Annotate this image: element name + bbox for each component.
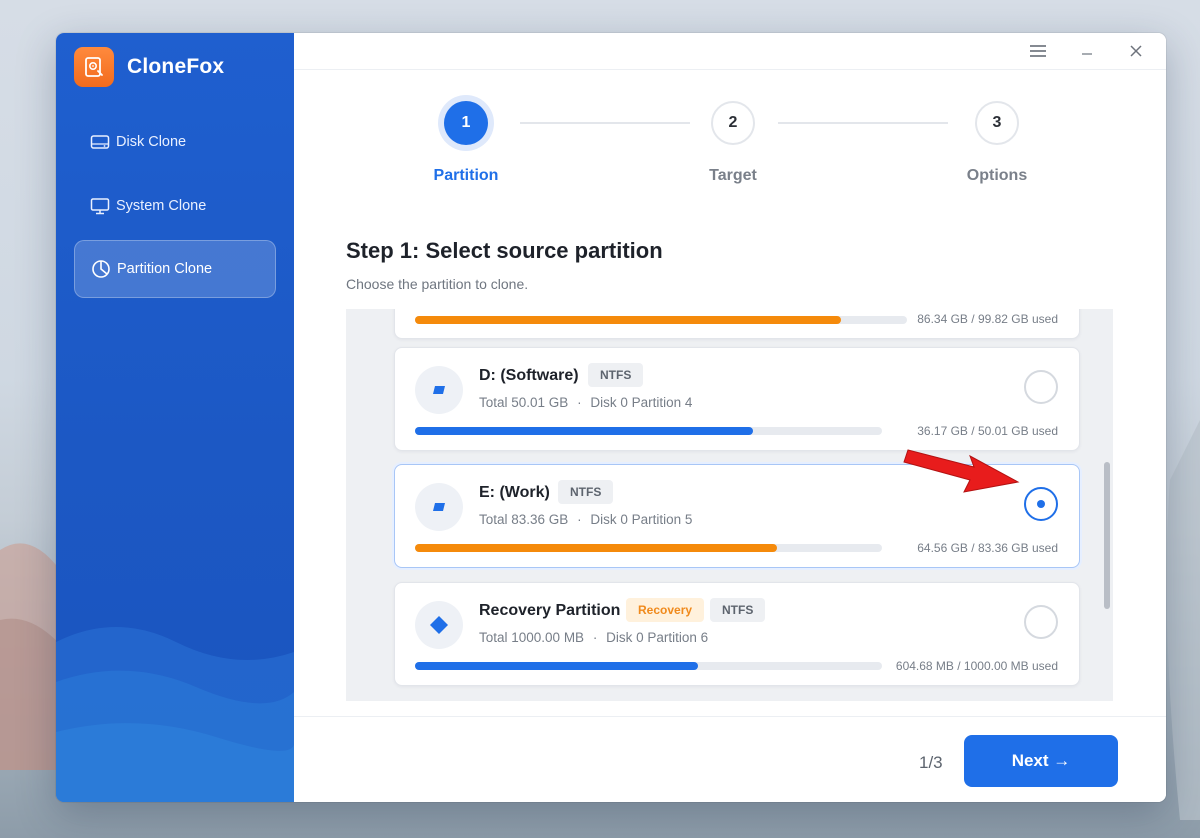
- app-window: CloneFox Disk Clone System Clone Partiti…: [56, 33, 1166, 802]
- partition-list[interactable]: 86.34 GB / 99.82 GB used D: (Software) N…: [346, 309, 1113, 701]
- main-panel: 1 2 3 Partition Target Options Step 1: S…: [294, 33, 1166, 802]
- brand: CloneFox: [74, 47, 224, 87]
- monitor-icon: [90, 196, 110, 216]
- partition-meta: Total 50.01 GB · Disk 0 Partition 4: [479, 395, 692, 410]
- partition-location: Disk 0 Partition 4: [590, 395, 693, 410]
- usage-text: 86.34 GB / 99.82 GB used: [917, 312, 1058, 326]
- usage-bar-fill: [415, 544, 777, 552]
- next-button[interactable]: Next →: [964, 735, 1118, 787]
- page-title: Step 1: Select source partition: [346, 238, 663, 263]
- partition-name: E: (Work): [479, 484, 550, 501]
- sidebar-item-label: Partition Clone: [117, 261, 213, 277]
- recovery-badge: Recovery: [626, 598, 705, 622]
- desktop-edge-shape: [1166, 420, 1200, 820]
- filesystem-badge: NTFS: [710, 598, 766, 622]
- footer-bar: 1/3 Next →: [294, 716, 1166, 802]
- select-radio[interactable]: [1024, 370, 1058, 404]
- step-connector: [520, 122, 690, 124]
- partition-location: Disk 0 Partition 5: [590, 512, 693, 527]
- filesystem-badge: NTFS: [588, 363, 644, 387]
- usage-bar: [415, 544, 882, 552]
- sidebar: CloneFox Disk Clone System Clone Partiti…: [56, 33, 294, 802]
- partition-name: Recovery Partition: [479, 602, 621, 619]
- usage-bar: [415, 316, 907, 324]
- list-scrollbar-thumb[interactable]: [1104, 462, 1110, 609]
- sidebar-wave-decoration: [56, 627, 294, 802]
- partition-meta: Total 83.36 GB · Disk 0 Partition 5: [479, 512, 692, 527]
- step-3-label: Options: [966, 167, 1028, 184]
- usage-bar: [415, 662, 882, 670]
- partition-total: Total 1000.00 MB: [479, 630, 585, 645]
- wizard-stepper: 1 2 3 Partition Target Options: [294, 33, 1166, 203]
- step-connector: [778, 122, 948, 124]
- partition-card-d-software[interactable]: D: (Software) NTFS Total 50.01 GB · Disk…: [394, 347, 1080, 451]
- select-radio-checked[interactable]: [1024, 487, 1058, 521]
- step-2-circle: 2: [711, 101, 755, 145]
- meta-separator: ·: [592, 630, 598, 645]
- clonefox-logo-icon: [74, 47, 114, 87]
- meta-separator: ·: [577, 512, 582, 527]
- partition-total: Total 83.36 GB: [479, 512, 569, 527]
- sidebar-item-label: System Clone: [116, 198, 207, 214]
- partition-total: Total 50.01 GB: [479, 395, 569, 410]
- partition-card-e-work[interactable]: E: (Work) NTFS Total 83.36 GB · Disk 0 P…: [394, 464, 1080, 568]
- usage-text: 604.68 MB / 1000.00 MB used: [895, 659, 1058, 673]
- usage-text: 36.17 GB / 50.01 GB used: [917, 424, 1058, 438]
- page-indicator: 1/3: [919, 753, 943, 772]
- partition-meta: Total 1000.00 MB · Disk 0 Partition 6: [479, 630, 708, 645]
- step-1-label: Partition: [433, 167, 499, 184]
- page-subtitle: Choose the partition to clone.: [346, 276, 529, 292]
- drive-icon: [415, 366, 463, 414]
- sidebar-item-partition-clone[interactable]: Partition Clone: [74, 240, 276, 298]
- pie-chart-icon: [91, 259, 111, 279]
- partition-card-partial[interactable]: 86.34 GB / 99.82 GB used: [394, 309, 1080, 339]
- drive-icon: [415, 483, 463, 531]
- partition-name: D: (Software): [479, 367, 579, 384]
- step-3-circle: 3: [975, 101, 1019, 145]
- usage-bar: [415, 427, 882, 435]
- select-radio[interactable]: [1024, 605, 1058, 639]
- partition-location: Disk 0 Partition 6: [606, 630, 709, 645]
- usage-bar-fill: [415, 662, 698, 670]
- usage-text: 64.56 GB / 83.36 GB used: [917, 541, 1058, 555]
- filesystem-badge: NTFS: [558, 480, 614, 504]
- hard-drive-icon: [90, 132, 110, 152]
- sidebar-item-disk-clone[interactable]: Disk Clone: [74, 113, 276, 171]
- usage-bar-fill: [415, 316, 841, 324]
- partition-card-recovery[interactable]: Recovery Partition Recovery NTFS Total 1…: [394, 582, 1080, 686]
- step-2-label: Target: [709, 167, 757, 184]
- recovery-diamond-icon: [415, 601, 463, 649]
- meta-separator: ·: [577, 395, 582, 410]
- sidebar-item-label: Disk Clone: [116, 134, 187, 150]
- sidebar-item-system-clone[interactable]: System Clone: [74, 177, 276, 235]
- step-1-circle: 1: [444, 101, 488, 145]
- app-name: CloneFox: [127, 55, 225, 78]
- usage-bar-fill: [415, 427, 753, 435]
